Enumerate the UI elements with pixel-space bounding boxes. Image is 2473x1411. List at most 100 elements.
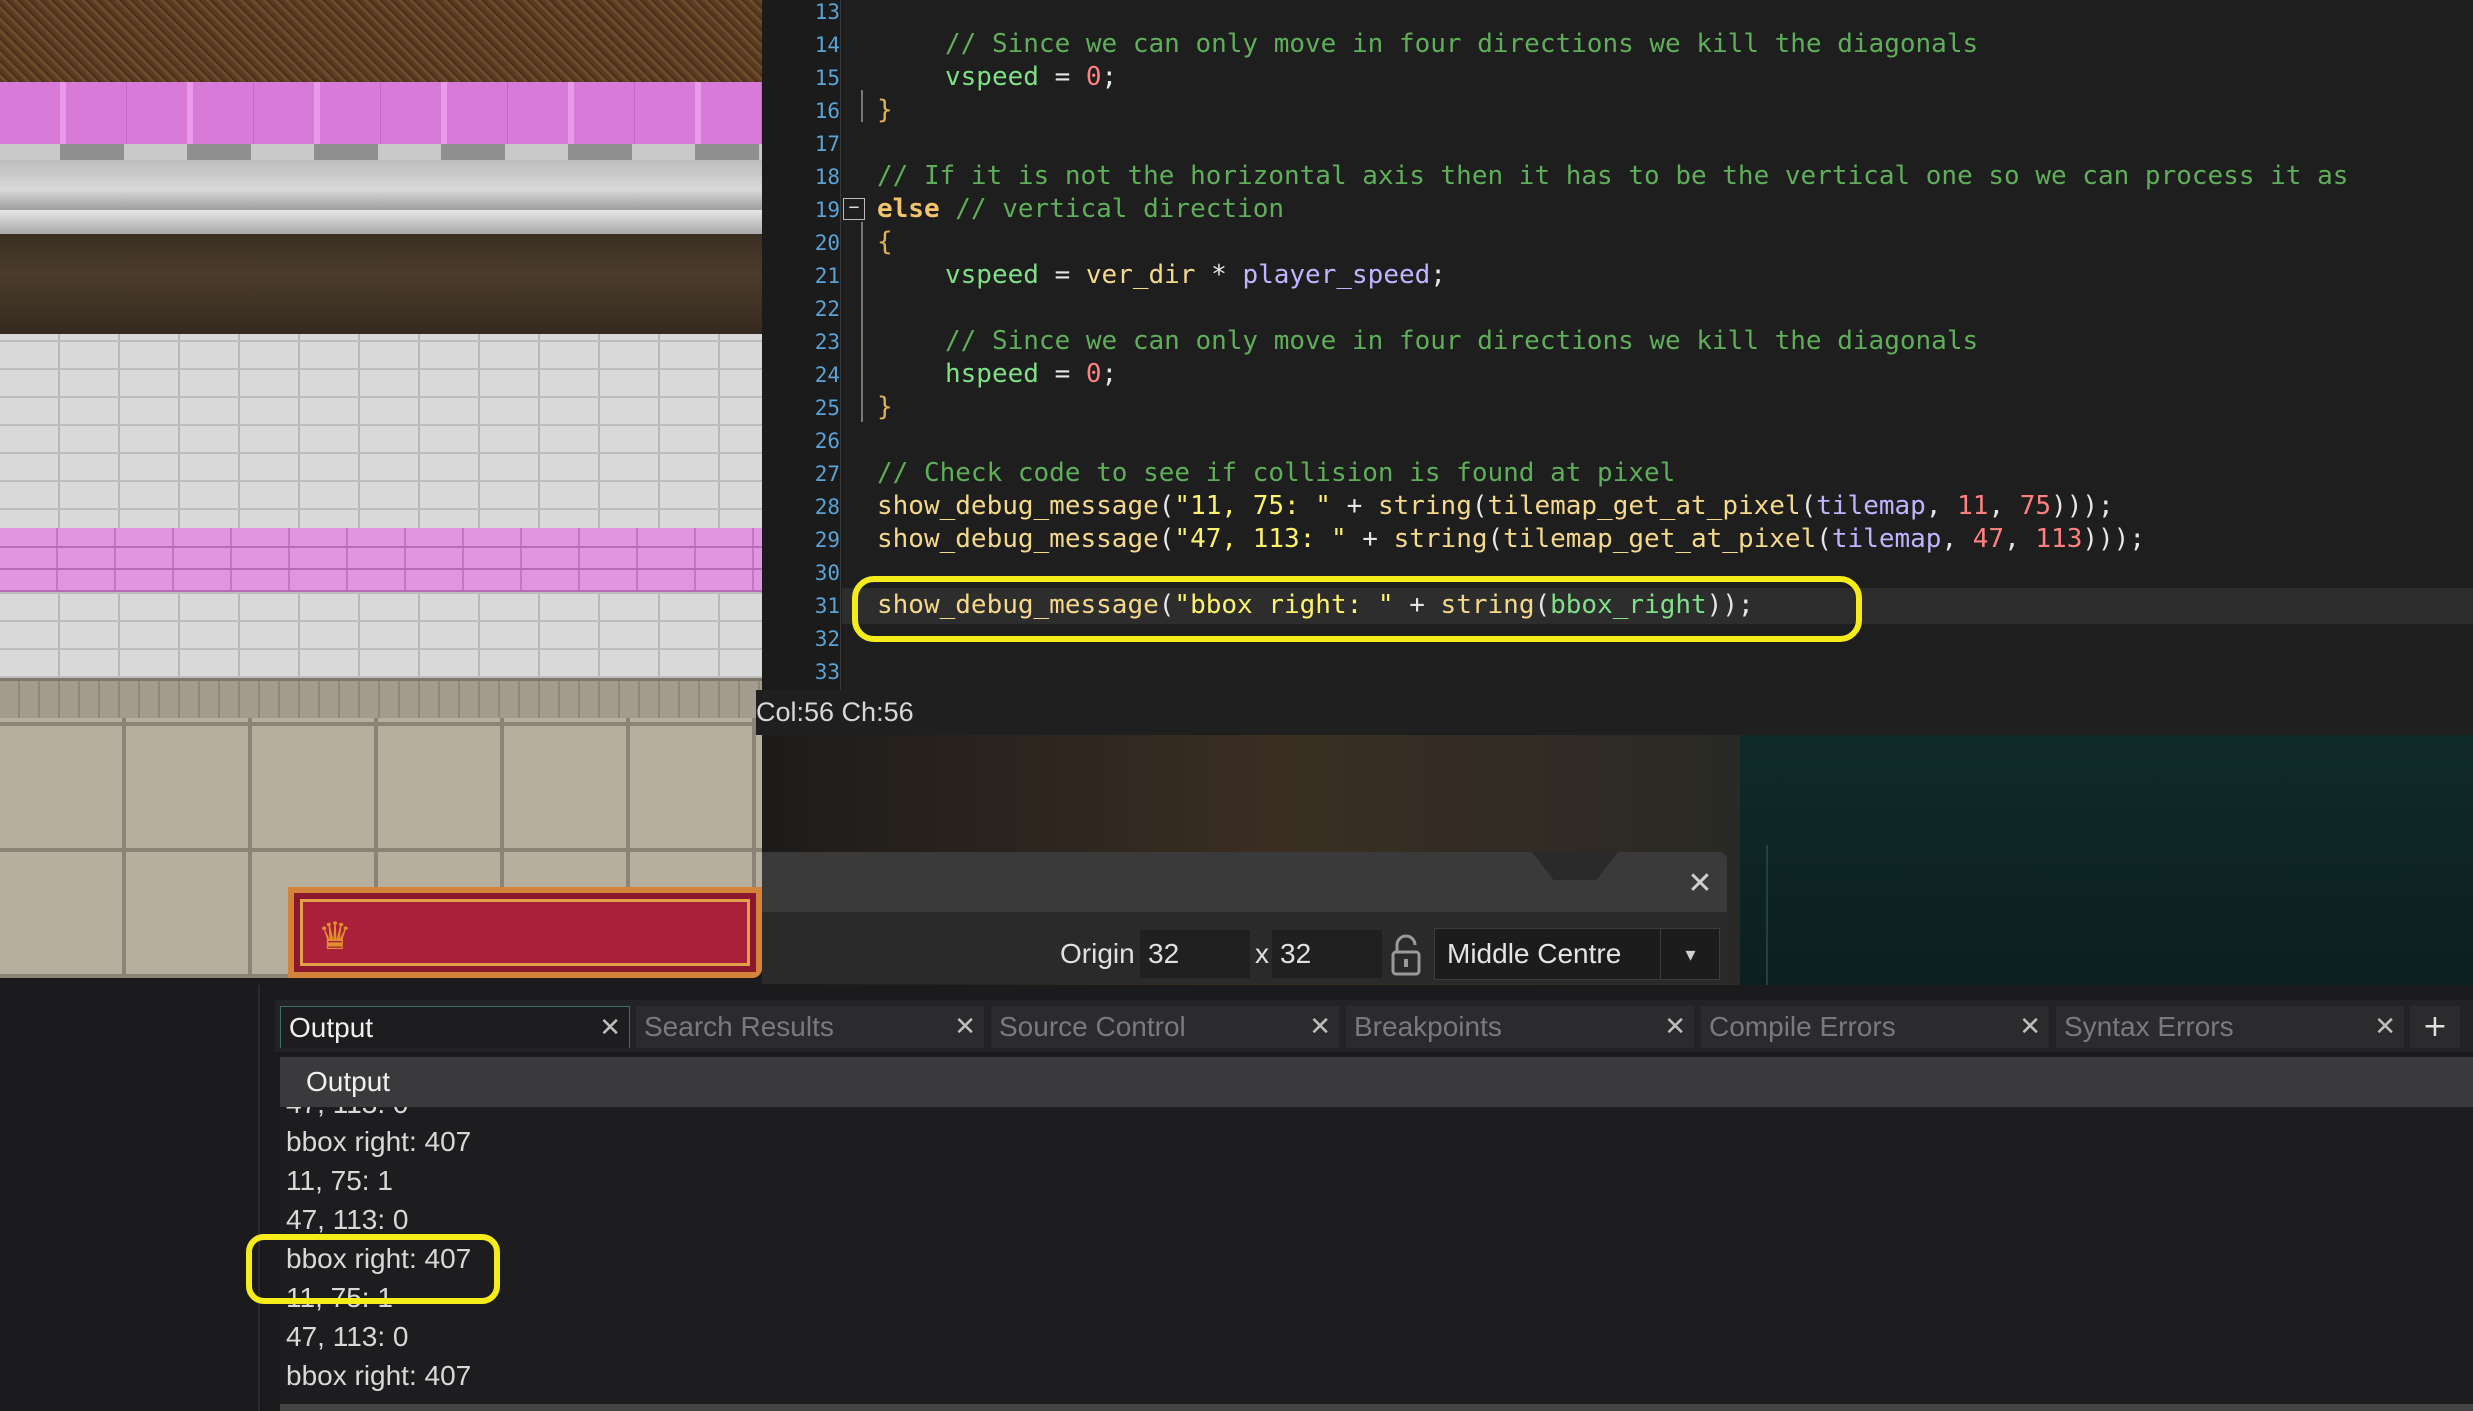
comment: // vertical direction xyxy=(939,194,1284,224)
code-line-21[interactable]: vspeed = ver_dir * player_speed; xyxy=(877,259,1446,292)
tab-breakpoints[interactable]: Breakpoints ✕ xyxy=(1346,1006,1694,1048)
tab-label: Search Results xyxy=(644,1011,834,1042)
tab-output[interactable]: Output ✕ xyxy=(280,1006,630,1048)
token-punct: ; xyxy=(1101,359,1118,389)
code-line-16[interactable]: } xyxy=(877,94,893,127)
log-line: bbox right: 407 xyxy=(286,1126,472,1157)
output-log[interactable]: 47, 113: 0 bbox right: 407 11, 75: 1 47,… xyxy=(280,1107,2473,1411)
lock-icon[interactable] xyxy=(1389,934,1423,976)
tab-search-results[interactable]: Search Results ✕ xyxy=(636,1006,984,1048)
close-icon[interactable]: ✕ xyxy=(2019,1006,2041,1048)
fold-guide xyxy=(861,222,863,422)
token-punct: , xyxy=(2004,524,2036,554)
line-number-24: 24 xyxy=(814,363,840,387)
line-number-27: 27 xyxy=(814,462,840,486)
horizontal-scrollbar[interactable] xyxy=(280,1404,2473,1411)
token-keyword: else xyxy=(877,194,940,224)
code-line-15[interactable]: vspeed = 0; xyxy=(877,61,1117,94)
log-line: 11, 75: 1 xyxy=(286,1165,393,1196)
line-number-26: 26 xyxy=(814,429,840,453)
token-punct: ( xyxy=(1471,491,1488,521)
cursor-position: Col:56 Ch:56 xyxy=(756,697,914,727)
token-op: = xyxy=(1038,359,1086,389)
origin-y-input[interactable]: 32 xyxy=(1272,930,1382,978)
token-punct: ( xyxy=(1800,491,1817,521)
close-icon[interactable]: ✕ xyxy=(954,1006,976,1048)
line-number-17: 17 xyxy=(814,132,840,156)
token-op: = xyxy=(1038,62,1086,92)
tab-label: Source Control xyxy=(999,1011,1186,1042)
token-var: vspeed xyxy=(945,62,1039,92)
code-line-20[interactable]: { xyxy=(877,226,893,259)
gutter-overlay: 13 14 15 16 17 18 19 20 21 22 23 24 25 2… xyxy=(762,0,840,690)
editor-status-bar: Col:56 Ch:56 xyxy=(756,690,2473,735)
log-line: 47, 113: 0 xyxy=(286,1321,409,1352)
token-brace: } xyxy=(877,95,893,125)
token-op: + xyxy=(1330,491,1378,521)
tab-label: Output xyxy=(289,1012,374,1043)
tile-grey-ledge xyxy=(0,160,762,210)
token-var: ver_dir xyxy=(1085,260,1196,290)
code-line-14[interactable]: // Since we can only move in four direct… xyxy=(877,28,1978,61)
close-icon[interactable]: ✕ xyxy=(1309,1006,1331,1048)
token-var: hspeed xyxy=(945,359,1039,389)
log-line: 47, 113: 0 xyxy=(286,1107,408,1123)
code-line-27[interactable]: // Check code to see if collision is fou… xyxy=(877,457,1675,490)
tileset-preview: ♛ xyxy=(0,0,762,978)
token-punct: ( xyxy=(1487,524,1504,554)
token-brace: } xyxy=(877,392,893,422)
close-icon[interactable]: ✕ xyxy=(2374,1006,2396,1048)
token-var: tilemap xyxy=(1831,524,1942,554)
code-line-29[interactable]: show_debug_message("47, 113: " + string(… xyxy=(877,523,2145,556)
tab-source-control[interactable]: Source Control ✕ xyxy=(991,1006,1339,1048)
token-punct: ( xyxy=(1158,524,1175,554)
output-highlight-annotation xyxy=(246,1234,500,1304)
line-number-33: 33 xyxy=(814,660,840,684)
tab-compile-errors[interactable]: Compile Errors ✕ xyxy=(1701,1006,2049,1048)
token-function: tilemap_get_at_pixel xyxy=(1487,491,1801,521)
code-line-18[interactable]: // If it is not the horizontal axis then… xyxy=(877,160,2348,193)
token-number: 75 xyxy=(2019,491,2052,521)
crown-icon: ♛ xyxy=(318,914,353,958)
fold-guide xyxy=(861,90,863,122)
tab-syntax-errors[interactable]: Syntax Errors ✕ xyxy=(2056,1006,2404,1048)
close-icon[interactable]: ✕ xyxy=(1664,1006,1686,1048)
code-line-23[interactable]: // Since we can only move in four direct… xyxy=(877,325,1978,358)
chevron-down-icon[interactable]: ▾ xyxy=(1660,928,1720,980)
token-string: "47, 113: " xyxy=(1174,524,1347,554)
tile-dark-wood xyxy=(0,234,762,334)
token-punct: ))); xyxy=(2082,524,2145,554)
close-icon[interactable]: ✕ xyxy=(1684,868,1716,900)
token-number: 11 xyxy=(1957,491,1989,521)
token-op: = xyxy=(1038,260,1086,290)
token-punct: , xyxy=(1988,491,2020,521)
token-number: 0 xyxy=(1085,359,1102,389)
token-number: 113 xyxy=(2035,524,2083,554)
token-op: + xyxy=(1346,524,1394,554)
tab-label: Breakpoints xyxy=(1354,1011,1502,1042)
line-number-31: 31 xyxy=(814,594,840,618)
workspace-divider xyxy=(1766,845,1768,985)
close-icon[interactable]: ✕ xyxy=(599,1007,621,1049)
token-punct: ; xyxy=(1101,62,1118,92)
tile-pink-brick xyxy=(0,528,762,592)
token-function: string xyxy=(1377,491,1472,521)
token-number: 0 xyxy=(1085,62,1102,92)
line-number-30: 30 xyxy=(814,561,840,585)
token-var: vspeed xyxy=(945,260,1039,290)
code-highlight-annotation xyxy=(852,576,1862,642)
token-string: "11, 75: " xyxy=(1174,491,1331,521)
code-line-19[interactable]: else // vertical direction xyxy=(877,193,1284,226)
code-line-24[interactable]: hspeed = 0; xyxy=(877,358,1117,391)
token-punct: ( xyxy=(1158,491,1175,521)
add-tab-button[interactable]: + xyxy=(2410,1006,2460,1048)
line-number-21: 21 xyxy=(814,264,840,288)
token-function: show_debug_message xyxy=(877,524,1159,554)
code-line-25[interactable]: } xyxy=(877,391,893,424)
line-number-19: 19 xyxy=(814,198,840,222)
fold-toggle[interactable]: − xyxy=(843,198,865,220)
tile-crenel-shadow xyxy=(0,144,762,160)
code-line-28[interactable]: show_debug_message("11, 75: " + string(t… xyxy=(877,490,2114,523)
left-rail xyxy=(0,978,258,1411)
origin-x-input[interactable]: 32 xyxy=(1140,930,1250,978)
